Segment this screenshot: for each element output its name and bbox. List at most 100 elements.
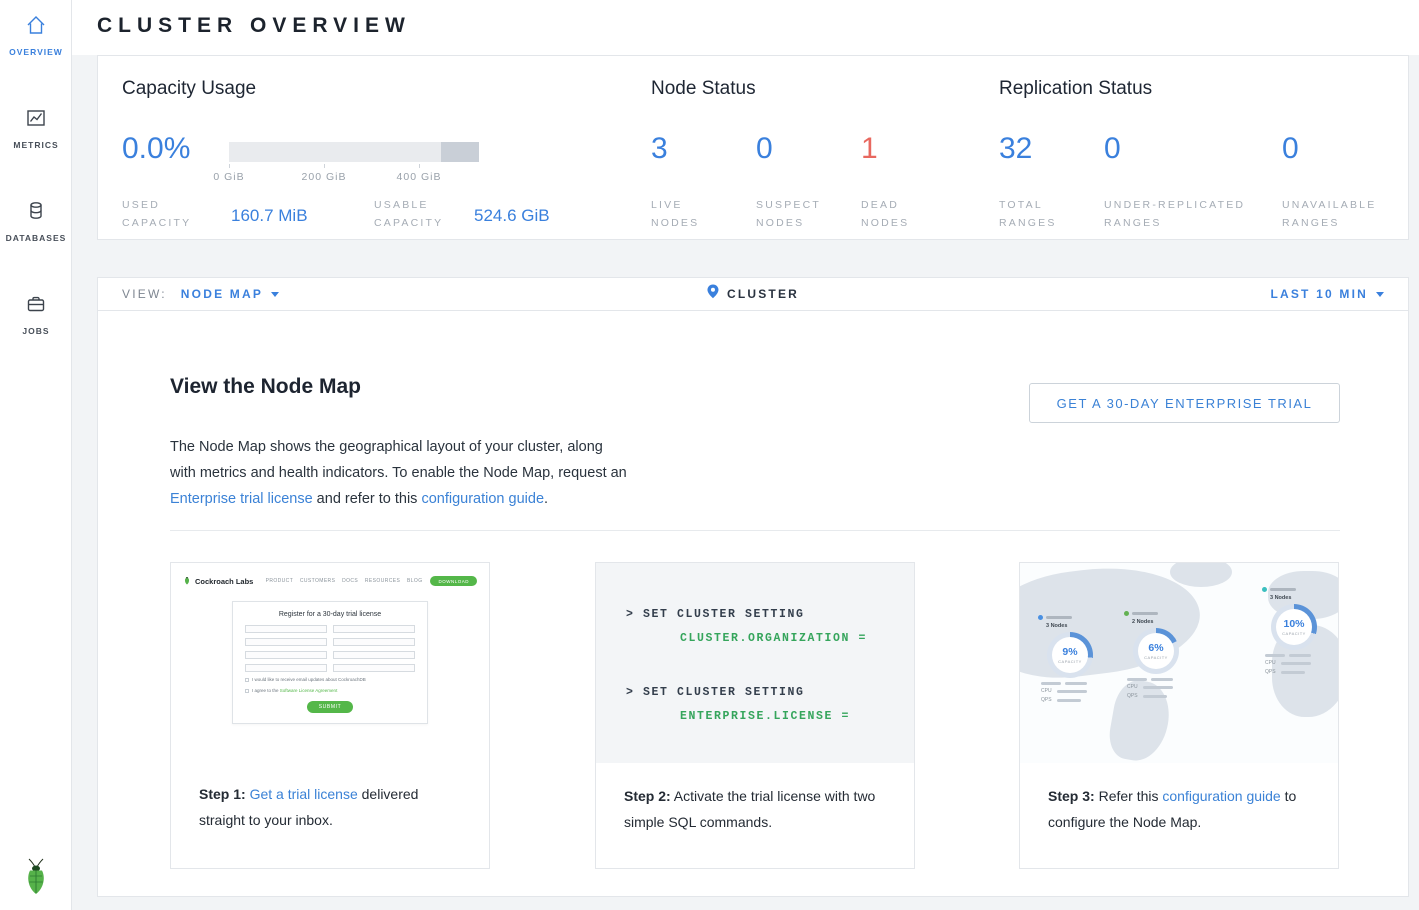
- map-cluster-1: 3 Nodes 9% CAPACITY CPU QPS: [1038, 615, 1102, 703]
- step1-card: Cockroach Labs PRODUCT CUSTOMERS DOCS RE…: [170, 562, 490, 869]
- mini-download-button: DOWNLOAD: [430, 576, 477, 586]
- metrics-icon: [24, 107, 48, 134]
- live-nodes-value: 3: [651, 132, 668, 166]
- node-map-panel: View the Node Map The Node Map shows the…: [97, 310, 1409, 897]
- node-status-title: Node Status: [651, 78, 756, 100]
- dead-nodes-value: 1: [861, 132, 878, 166]
- unavailable-ranges-label: UNAVAILABLERANGES: [1282, 196, 1376, 232]
- step3-caption: Step 3: Refer this configuration guide t…: [1020, 763, 1338, 835]
- unavailable-ranges-value: 0: [1282, 132, 1299, 166]
- capacity-tick-0: 0 GiB: [213, 171, 244, 183]
- chevron-down-icon: [271, 292, 279, 297]
- live-nodes-label: LIVENODES: [651, 196, 699, 232]
- form-field: [333, 651, 415, 659]
- cockroachdb-logo: [0, 854, 72, 896]
- sql-line: CLUSTER.ORGANIZATION =: [680, 627, 914, 651]
- total-ranges-label: TOTALRANGES: [999, 196, 1057, 232]
- usable-capacity-label: USABLECAPACITY: [374, 196, 443, 232]
- divider: [170, 530, 1340, 531]
- capacity-tick-400: 400 GiB: [397, 171, 442, 183]
- configuration-guide-link-2[interactable]: configuration guide: [1162, 788, 1280, 804]
- view-label: VIEW:: [122, 287, 167, 301]
- sidebar-item-overview[interactable]: OVERVIEW: [0, 0, 72, 67]
- cluster-nodes-count: 3 Nodes: [1270, 595, 1291, 601]
- capacity-bar: [229, 142, 479, 162]
- sidebar-item-label: JOBS: [22, 326, 49, 336]
- cluster-nodes-count: 3 Nodes: [1046, 623, 1067, 629]
- step3-card: 3 Nodes 9% CAPACITY CPU QPS 2 Nodes: [1019, 562, 1339, 869]
- sql-line: > SET CLUSTER SETTING: [626, 681, 914, 705]
- under-replicated-label: UNDER-REPLICATEDRANGES: [1104, 196, 1245, 232]
- location-pin-icon: [707, 284, 719, 304]
- sidebar-item-label: METRICS: [13, 140, 58, 150]
- capacity-usage-title: Capacity Usage: [122, 78, 256, 100]
- capacity-bar-segment: [441, 142, 479, 162]
- jobs-icon: [24, 293, 48, 320]
- mini-trial-form: Register for a 30-day trial license I wo…: [232, 601, 428, 724]
- capacity-percent: 0.0%: [122, 132, 190, 166]
- form-field: [245, 651, 327, 659]
- step3-label: Step 3:: [1048, 788, 1095, 804]
- cluster-summary-panel: Capacity Usage 0.0% 0 GiB 200 GiB 400 Gi…: [97, 55, 1409, 240]
- sidebar-item-databases[interactable]: DATABASES: [0, 186, 72, 253]
- sql-line: ENTERPRISE.LICENSE =: [680, 705, 914, 729]
- sidebar-item-metrics[interactable]: METRICS: [0, 93, 72, 160]
- capacity-tick-200: 200 GiB: [302, 171, 347, 183]
- step1-screenshot: Cockroach Labs PRODUCT CUSTOMERS DOCS RE…: [171, 563, 489, 761]
- cluster-breadcrumb: CLUSTER: [707, 284, 799, 304]
- map-cluster-3: 3 Nodes 10% CAPACITY CPU QPS: [1262, 587, 1326, 675]
- total-ranges-value: 32: [999, 132, 1032, 166]
- step2-caption: Step 2: Activate the trial license with …: [596, 763, 914, 835]
- step1-label: Step 1:: [199, 786, 246, 802]
- form-field: [245, 638, 327, 646]
- home-icon: [24, 14, 48, 41]
- capacity-donut: 9% CAPACITY: [1047, 632, 1093, 678]
- sidebar: OVERVIEW METRICS DATABASES JOBS: [0, 0, 72, 910]
- map-cluster-2: 2 Nodes 6% CAPACITY CPU QPS: [1124, 611, 1188, 699]
- capacity-donut: 6% CAPACITY: [1133, 628, 1179, 674]
- dead-nodes-label: DEADNODES: [861, 196, 909, 232]
- node-map-title: View the Node Map: [170, 375, 361, 399]
- step3-node-map-preview: 3 Nodes 9% CAPACITY CPU QPS 2 Nodes: [1020, 563, 1338, 763]
- mini-nav-links: PRODUCT CUSTOMERS DOCS RESOURCES BLOG: [266, 578, 423, 584]
- mini-checkbox-row: I would like to receive email updates ab…: [245, 677, 415, 683]
- step2-sql-snippet: > SET CLUSTER SETTING CLUSTER.ORGANIZATI…: [596, 563, 914, 763]
- sidebar-item-label: DATABASES: [6, 233, 67, 243]
- mini-form-title: Register for a 30-day trial license: [245, 611, 415, 618]
- mini-agree-row: I agree to the Software License Agreemen…: [245, 688, 415, 694]
- step2-card: > SET CLUSTER SETTING CLUSTER.ORGANIZATI…: [595, 562, 915, 869]
- suspect-nodes-value: 0: [756, 132, 773, 166]
- page-title: CLUSTER OVERVIEW: [97, 14, 411, 38]
- node-map-description: The Node Map shows the geographical layo…: [170, 434, 628, 512]
- form-field: [245, 625, 327, 633]
- suspect-nodes-label: SUSPECTNODES: [756, 196, 821, 232]
- cockroach-mini-logo-icon: [183, 572, 191, 590]
- mini-brand-text: Cockroach Labs: [195, 577, 253, 586]
- mini-submit-button: SUBMIT: [307, 701, 353, 713]
- chevron-down-icon: [1376, 292, 1384, 297]
- form-field: [245, 664, 327, 672]
- enterprise-trial-button[interactable]: GET A 30-DAY ENTERPRISE TRIAL: [1029, 383, 1340, 423]
- usable-capacity-value: 524.6 GiB: [474, 206, 550, 226]
- cluster-nodes-count: 2 Nodes: [1132, 619, 1153, 625]
- step1-caption: Step 1: Get a trial license delivered st…: [171, 761, 489, 833]
- page-background: [72, 897, 1419, 910]
- replication-status-title: Replication Status: [999, 78, 1152, 100]
- view-bar: VIEW: NODE MAP CLUSTER LAST 10 MIN: [97, 277, 1409, 311]
- time-range-dropdown[interactable]: LAST 10 MIN: [1270, 287, 1384, 301]
- get-trial-license-link[interactable]: Get a trial license: [250, 786, 358, 802]
- databases-icon: [24, 200, 48, 227]
- capacity-donut: 10% CAPACITY: [1271, 604, 1317, 650]
- enterprise-trial-license-link[interactable]: Enterprise trial license: [170, 491, 313, 507]
- configuration-guide-link[interactable]: configuration guide: [421, 491, 544, 507]
- view-selector-dropdown[interactable]: NODE MAP: [181, 287, 279, 301]
- step2-label: Step 2:: [624, 788, 671, 804]
- form-field: [333, 625, 415, 633]
- form-field: [333, 664, 415, 672]
- used-capacity-label: USEDCAPACITY: [122, 196, 191, 232]
- sidebar-item-jobs[interactable]: JOBS: [0, 279, 72, 346]
- form-field: [333, 638, 415, 646]
- under-replicated-value: 0: [1104, 132, 1121, 166]
- sql-line: > SET CLUSTER SETTING: [626, 603, 914, 627]
- sidebar-item-label: OVERVIEW: [9, 47, 63, 57]
